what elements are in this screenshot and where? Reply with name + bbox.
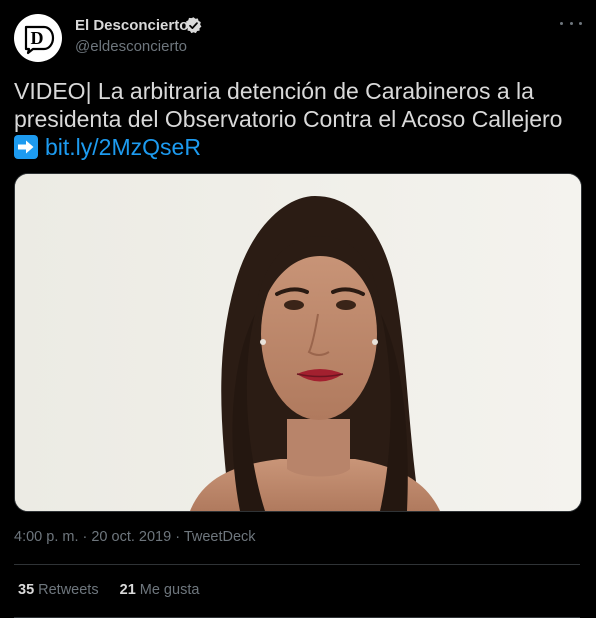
video-frame-image — [15, 174, 581, 511]
tweet-link[interactable]: bit.ly/2MzQseR — [45, 134, 201, 160]
meta-separator: · — [171, 529, 184, 545]
verified-badge-icon — [185, 17, 202, 34]
tweet-text-line-2: presidenta del Observatorio Contra el Ac… — [14, 106, 563, 132]
more-options-icon[interactable] — [560, 16, 582, 30]
tweet-text-line-3: bit.ly/2MzQseR — [14, 133, 584, 161]
retweets-label: Retweets — [38, 582, 99, 598]
likes-stat[interactable]: 21 Me gusta — [120, 582, 200, 598]
author-handle[interactable]: @eldesconcierto — [75, 38, 187, 55]
tweet-video-thumbnail[interactable] — [14, 173, 582, 512]
right-arrow-emoji-icon — [14, 135, 38, 159]
tweet-text-line-1: VIDEO| La arbitraria detención de Carabi… — [14, 78, 534, 104]
tweet-text: VIDEO| La arbitraria detención de Carabi… — [14, 77, 584, 161]
retweets-count: 35 — [18, 582, 35, 598]
divider — [14, 564, 580, 565]
avatar-letter: D — [31, 28, 44, 48]
likes-count: 21 — [119, 582, 136, 598]
likes-label: Me gusta — [139, 582, 200, 598]
tweet-timestamp[interactable]: 4:00 p. m. · 20 oct. 2019 — [14, 529, 171, 545]
tweet: D El Desconcierto @eldesconcierto VIDEO|… — [0, 0, 596, 618]
tweet-metadata: 4:00 p. m. · 20 oct. 2019 · TweetDeck — [14, 529, 256, 545]
avatar[interactable]: D — [14, 14, 62, 62]
retweets-stat[interactable]: 35 Retweets — [18, 582, 99, 598]
tweet-source[interactable]: TweetDeck — [184, 529, 256, 545]
author-display-name[interactable]: El Desconcierto — [75, 17, 188, 34]
tweet-stats: 35 Retweets 21 Me gusta — [18, 582, 216, 598]
el-desconcierto-logo-icon: D — [24, 25, 55, 55]
